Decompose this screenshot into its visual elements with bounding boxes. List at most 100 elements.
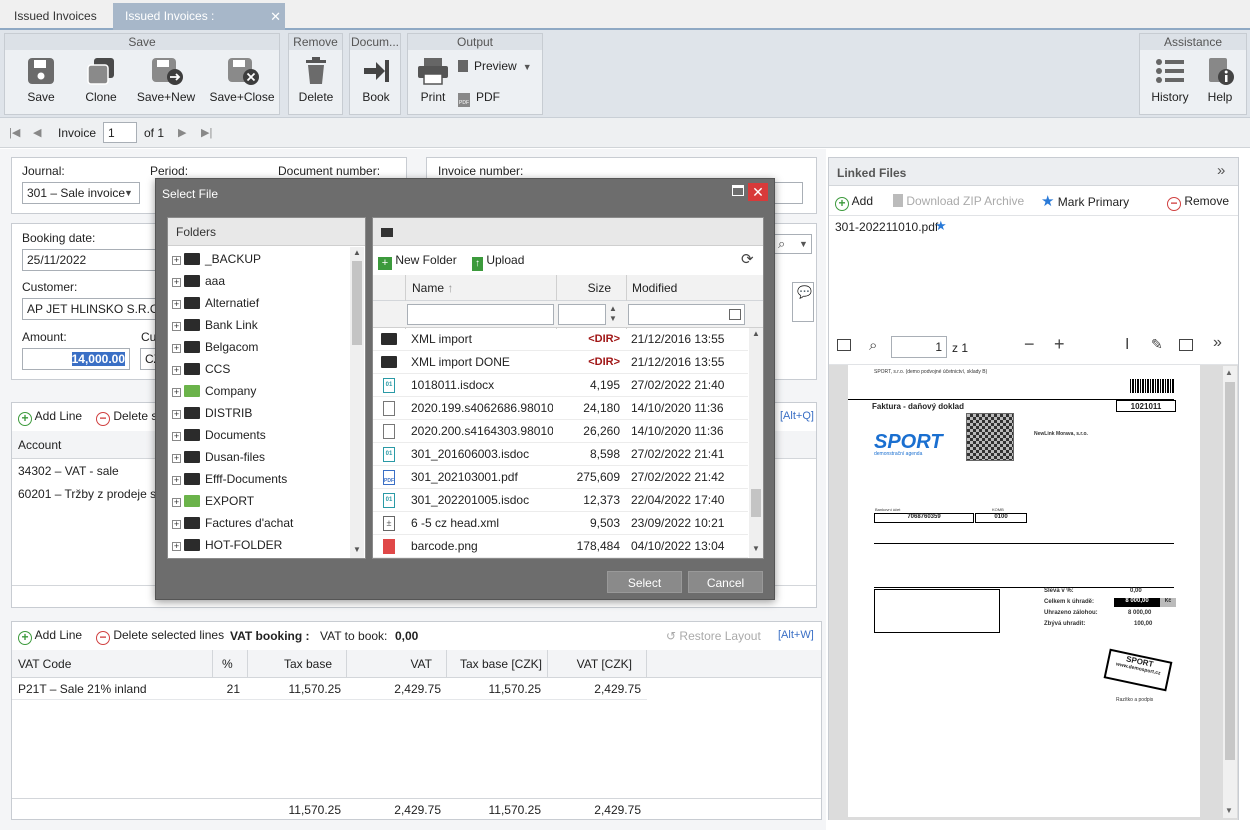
folder-item[interactable]: + Belgacom [172, 336, 258, 358]
folder-item[interactable]: + aaa [172, 270, 225, 292]
zoom-out-icon[interactable]: − [1024, 334, 1035, 355]
pdf-button[interactable]: PDF PDF [458, 90, 500, 107]
column-tax-base-czk[interactable]: Tax base [CZK] [452, 657, 542, 671]
file-row[interactable]: barcode.png 178,484 04/10/2022 13:04 [373, 535, 748, 558]
comment-icon[interactable]: 💬 [797, 285, 812, 299]
mark-primary-button[interactable]: ★ Mark Primary [1041, 192, 1129, 210]
scroll-thumb[interactable] [1225, 382, 1235, 760]
chevron-down-icon[interactable]: ▼ [124, 188, 133, 198]
delete-button[interactable]: Delete [293, 56, 339, 104]
folder-item[interactable]: + EXPORT [172, 490, 254, 512]
zoom-in-icon[interactable]: + [1054, 334, 1065, 355]
folder-item[interactable]: + Company [172, 380, 256, 402]
delete-lines-button[interactable]: − Delete s [96, 409, 157, 426]
more-icon[interactable]: » [1213, 334, 1222, 352]
sidebar-toggle-icon[interactable] [837, 339, 851, 351]
first-page-icon[interactable]: |◀ [9, 126, 20, 139]
column-size[interactable]: Size [563, 281, 611, 295]
file-row[interactable]: 01 1018011.isdocx 4,195 27/02/2022 21:40 [373, 374, 748, 397]
file-row[interactable]: XML import DONE <DIR> 21/12/2016 13:55 [373, 351, 748, 374]
calendar-icon[interactable] [729, 309, 741, 320]
column-vat-czk[interactable]: VAT [CZK] [552, 657, 632, 671]
expand-icon[interactable]: + [172, 476, 181, 485]
folder-scrollbar[interactable]: ▲ ▼ [350, 247, 364, 558]
folder-item[interactable]: + Efff-Documents [172, 468, 287, 490]
scroll-down-icon[interactable]: ▼ [353, 545, 361, 554]
expand-icon[interactable]: + [172, 322, 181, 331]
column-tax-base[interactable]: Tax base [252, 657, 332, 671]
folder-item[interactable]: + Bank Link [172, 314, 258, 336]
file-row[interactable]: PDF 301_202103001.pdf 275,609 27/02/2022 21… [373, 466, 748, 489]
size-filter-input[interactable] [558, 304, 606, 325]
expand-icon[interactable]: + [172, 410, 181, 419]
preview-button[interactable]: Preview ▼ [458, 59, 532, 73]
refresh-icon[interactable]: ⟳ [741, 250, 754, 268]
pdf-page-input[interactable]: 1 [891, 336, 947, 358]
comment-field[interactable]: 💬 [792, 282, 814, 322]
folder-item[interactable]: + DISTRIB [172, 402, 252, 424]
new-folder-button[interactable]: + New Folder [378, 253, 457, 270]
column-vat[interactable]: VAT [352, 657, 432, 671]
file-row[interactable]: ±6 -5 cz head.xml 9,503 23/09/2022 10:21 [373, 512, 748, 535]
column-modified[interactable]: Modified [632, 281, 677, 295]
name-filter-input[interactable] [407, 304, 554, 325]
search-combo[interactable]: ⌕ ▼ [774, 234, 812, 254]
last-page-icon[interactable]: ▶| [201, 126, 212, 139]
expand-icon[interactable]: + [172, 542, 181, 551]
expand-icon[interactable]: + [172, 498, 181, 507]
pdf-scrollbar[interactable]: ▲ ▼ [1223, 366, 1237, 818]
folder-item[interactable]: + Dusan-files [172, 446, 265, 468]
file-row[interactable]: XML import <DIR> 21/12/2016 13:55 [373, 328, 748, 351]
table-row[interactable]: 34302 – VAT - sale [18, 464, 119, 478]
prev-page-icon[interactable]: ◀ [33, 126, 41, 139]
text-select-icon[interactable]: I [1125, 336, 1129, 354]
table-row[interactable]: 60201 – Tržby z prodeje slu [18, 487, 165, 501]
print-button[interactable]: Print [412, 56, 454, 104]
tab-invoice-detail[interactable]: Issued Invoices : 202211010 ✕ [113, 3, 285, 50]
file-scrollbar[interactable]: ▲ ▼ [749, 328, 763, 558]
pen-icon[interactable]: ✎ [1151, 336, 1163, 353]
scroll-down-icon[interactable]: ▼ [752, 544, 760, 553]
scroll-thumb[interactable] [751, 489, 761, 517]
next-page-icon[interactable]: ▶ [178, 126, 186, 139]
expand-icon[interactable]: + [172, 300, 181, 309]
clone-button[interactable]: Clone [79, 56, 123, 104]
modified-filter-input[interactable] [628, 304, 745, 325]
expand-icon[interactable]: + [172, 454, 181, 463]
search-icon[interactable]: ⌕ [869, 337, 877, 354]
scroll-up-icon[interactable]: ▲ [1225, 368, 1233, 377]
expand-icon[interactable]: + [172, 520, 181, 529]
folder-item[interactable]: + Factures d'achat [172, 512, 293, 534]
remove-file-button[interactable]: − Remove [1167, 194, 1229, 211]
column-vat-code[interactable]: VAT Code [18, 657, 71, 671]
scroll-down-icon[interactable]: ▼ [1225, 806, 1233, 815]
file-row[interactable]: 01 301_202201005.isdoc 12,373 22/04/2022 17… [373, 489, 748, 512]
tab-issued-invoices[interactable]: Issued Invoices [2, 3, 109, 30]
download-zip-button[interactable]: Download ZIP Archive [893, 194, 1024, 208]
save-close-button[interactable]: Save+Close [207, 56, 277, 104]
add-file-button[interactable]: + Add [835, 194, 873, 211]
image-icon[interactable] [1179, 339, 1193, 351]
expand-icon[interactable]: + [172, 388, 181, 397]
close-tab-icon[interactable]: ✕ [270, 3, 281, 30]
restore-layout-button[interactable]: ↺ Restore Layout [666, 629, 761, 643]
expand-icon[interactable]: + [172, 366, 181, 375]
amount-input[interactable]: 14,000.00 [22, 348, 130, 370]
folder-item[interactable]: + _BACKUP [172, 248, 261, 270]
file-row[interactable]: 2020.199.s4062686.98010... 24,180 14/10/20… [373, 397, 748, 420]
customer-input[interactable]: AP JET HLINSKO S.R.O – [22, 298, 162, 320]
select-button[interactable]: Select [607, 571, 682, 593]
scroll-thumb[interactable] [352, 261, 362, 345]
file-row[interactable]: 01 301_201606003.isdoc 8,598 27/02/2022 21:… [373, 443, 748, 466]
folder-item[interactable]: + CCS [172, 358, 230, 380]
spinner-icon[interactable]: ▲ ▼ [609, 304, 617, 324]
expand-icon[interactable]: + [172, 278, 181, 287]
help-button[interactable]: Help [1198, 56, 1242, 104]
search-icon[interactable]: ⌕ [778, 236, 785, 252]
column-account[interactable]: Account [18, 438, 61, 452]
column-percent[interactable]: % [222, 657, 233, 671]
folder-item[interactable]: + Documents [172, 424, 266, 446]
delete-selected-lines-button[interactable]: − Delete selected lines [96, 628, 224, 645]
close-icon[interactable]: ✕ [748, 183, 768, 201]
journal-select[interactable]: 301 – Sale invoice [22, 182, 140, 204]
